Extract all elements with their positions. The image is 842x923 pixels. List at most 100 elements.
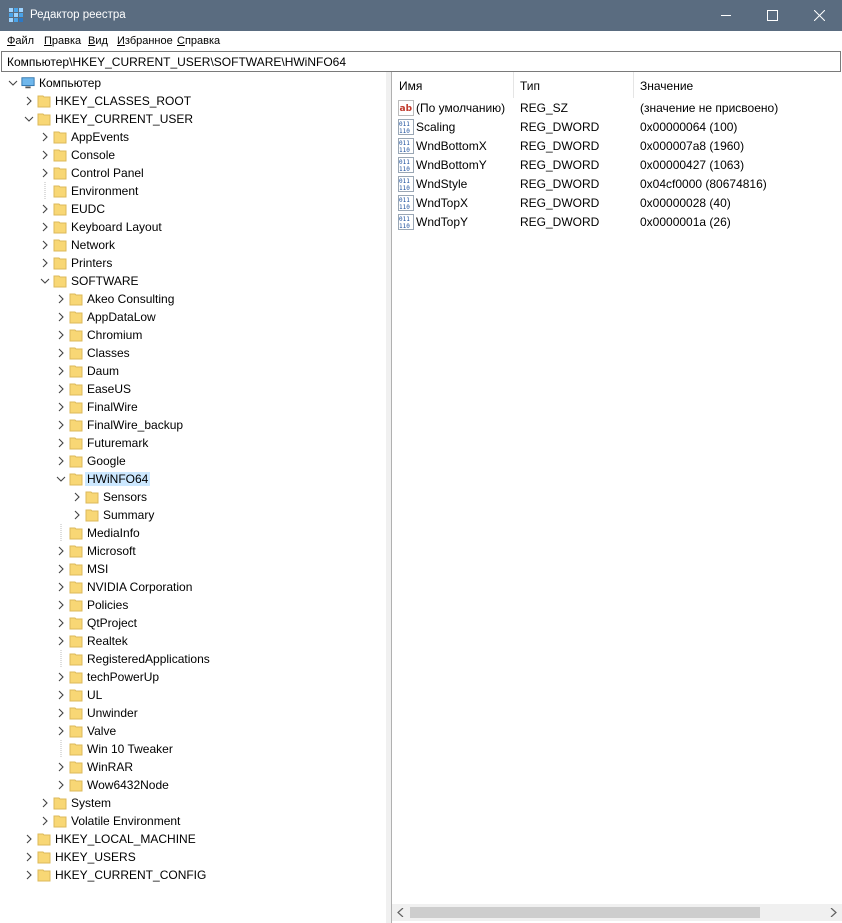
chevron-right-icon[interactable]: [40, 258, 50, 268]
tree-node[interactable]: Console: [0, 146, 386, 164]
chevron-right-icon[interactable]: [56, 708, 66, 718]
tree-node-label[interactable]: Control Panel: [69, 166, 146, 180]
address-path[interactable]: Компьютер\HKEY_CURRENT_USER\SOFTWARE\HWi…: [7, 55, 346, 69]
chevron-right-icon[interactable]: [24, 96, 34, 106]
chevron-right-icon[interactable]: [56, 726, 66, 736]
tree-node-label[interactable]: AppDataLow: [85, 310, 158, 324]
tree-node-label[interactable]: WinRAR: [85, 760, 135, 774]
chevron-right-icon[interactable]: [56, 438, 66, 448]
tree-node[interactable]: HKEY_LOCAL_MACHINE: [0, 830, 386, 848]
minimize-button[interactable]: [703, 0, 749, 31]
tree-node-label[interactable]: Microsoft: [85, 544, 138, 558]
menu-favorites[interactable]: Избранное: [117, 35, 173, 47]
tree-node-label[interactable]: NVIDIA Corporation: [85, 580, 194, 594]
chevron-right-icon[interactable]: [56, 312, 66, 322]
tree-node[interactable]: Classes: [0, 344, 386, 362]
tree-node-label[interactable]: Daum: [85, 364, 121, 378]
tree-node-label[interactable]: HKEY_LOCAL_MACHINE: [53, 832, 198, 846]
tree-node-label[interactable]: Keyboard Layout: [69, 220, 164, 234]
scroll-left-icon[interactable]: [397, 908, 405, 917]
chevron-right-icon[interactable]: [56, 456, 66, 466]
tree-node[interactable]: FinalWire: [0, 398, 386, 416]
chevron-right-icon[interactable]: [56, 636, 66, 646]
tree-node[interactable]: Control Panel: [0, 164, 386, 182]
tree-node-label[interactable]: HKEY_USERS: [53, 850, 138, 864]
tree-node[interactable]: techPowerUp: [0, 668, 386, 686]
tree-node[interactable]: Realtek: [0, 632, 386, 650]
chevron-right-icon[interactable]: [40, 816, 50, 826]
value-row[interactable]: 011 110 WndTopY REG_DWORD 0x0000001a (26): [392, 212, 842, 231]
tree-node-label[interactable]: Volatile Environment: [69, 814, 182, 828]
tree-node-label[interactable]: Policies: [85, 598, 130, 612]
tree-node-label[interactable]: Valve: [85, 724, 118, 738]
column-header-type[interactable]: Тип: [513, 72, 633, 98]
menu-help[interactable]: Справка: [177, 35, 220, 47]
tree-node[interactable]: Chromium: [0, 326, 386, 344]
value-row[interactable]: ab (По умолчанию) REG_SZ (значение не присв…: [392, 98, 842, 117]
chevron-right-icon[interactable]: [40, 222, 50, 232]
tree-node[interactable]: Volatile Environment: [0, 812, 386, 830]
tree-node-label[interactable]: Printers: [69, 256, 114, 270]
chevron-down-icon[interactable]: [24, 114, 34, 124]
tree-node[interactable]: UL: [0, 686, 386, 704]
maximize-button[interactable]: [749, 0, 795, 31]
tree-node[interactable]: Unwinder: [0, 704, 386, 722]
column-header-value[interactable]: Значение: [633, 72, 842, 98]
tree-node[interactable]: Google: [0, 452, 386, 470]
tree-node-label[interactable]: HKEY_CURRENT_USER: [53, 112, 195, 126]
chevron-right-icon[interactable]: [72, 492, 82, 502]
chevron-right-icon[interactable]: [56, 600, 66, 610]
tree-node[interactable]: Summary: [0, 506, 386, 524]
scrollbar-thumb[interactable]: [410, 907, 760, 918]
tree-node-label[interactable]: QtProject: [85, 616, 139, 630]
tree-node-label[interactable]: Futuremark: [85, 436, 150, 450]
tree-node[interactable]: Printers: [0, 254, 386, 272]
tree-node[interactable]: QtProject: [0, 614, 386, 632]
tree-node[interactable]: Win 10 Tweaker: [0, 740, 386, 758]
chevron-right-icon[interactable]: [24, 834, 34, 844]
tree-node-label[interactable]: SOFTWARE: [69, 274, 141, 288]
tree-node-label[interactable]: Console: [69, 148, 117, 162]
column-header-name[interactable]: Имя: [392, 72, 513, 98]
tree-node-label[interactable]: System: [69, 796, 113, 810]
tree-node[interactable]: HKEY_CURRENT_CONFIG: [0, 866, 386, 884]
chevron-down-icon[interactable]: [56, 474, 66, 484]
tree-node[interactable]: Policies: [0, 596, 386, 614]
tree-node[interactable]: RegisteredApplications: [0, 650, 386, 668]
tree-node[interactable]: Wow6432Node: [0, 776, 386, 794]
chevron-right-icon[interactable]: [56, 690, 66, 700]
chevron-right-icon[interactable]: [56, 672, 66, 682]
chevron-right-icon[interactable]: [24, 852, 34, 862]
values-pane[interactable]: Имя Тип Значение ab (По умолчанию) REG_SZ (…: [391, 72, 842, 923]
chevron-right-icon[interactable]: [56, 384, 66, 394]
tree-node[interactable]: FinalWire_backup: [0, 416, 386, 434]
tree-node-label[interactable]: FinalWire: [85, 400, 140, 414]
tree-node-label[interactable]: Environment: [69, 184, 140, 198]
chevron-right-icon[interactable]: [56, 762, 66, 772]
tree-node[interactable]: Environment: [0, 182, 386, 200]
tree-node[interactable]: Daum: [0, 362, 386, 380]
chevron-right-icon[interactable]: [40, 240, 50, 250]
tree-node[interactable]: Sensors: [0, 488, 386, 506]
chevron-right-icon[interactable]: [56, 402, 66, 412]
tree-node-label[interactable]: RegisteredApplications: [85, 652, 212, 666]
tree-node[interactable]: Valve: [0, 722, 386, 740]
tree-node[interactable]: HKEY_CLASSES_ROOT: [0, 92, 386, 110]
chevron-right-icon[interactable]: [56, 618, 66, 628]
menu-edit[interactable]: Правка: [44, 35, 81, 47]
tree-node-label[interactable]: Wow6432Node: [85, 778, 171, 792]
tree-node[interactable]: NVIDIA Corporation: [0, 578, 386, 596]
horizontal-scrollbar[interactable]: [392, 904, 842, 921]
tree-node[interactable]: MediaInfo: [0, 524, 386, 542]
tree-node-label[interactable]: EUDC: [69, 202, 107, 216]
tree-node[interactable]: EUDC: [0, 200, 386, 218]
value-row[interactable]: 011 110 WndBottomY REG_DWORD 0x00000427 (106…: [392, 155, 842, 174]
chevron-right-icon[interactable]: [40, 132, 50, 142]
chevron-right-icon[interactable]: [56, 564, 66, 574]
tree-node-label[interactable]: Google: [85, 454, 128, 468]
tree-node-label[interactable]: HKEY_CURRENT_CONFIG: [53, 868, 208, 882]
tree-node[interactable]: HKEY_USERS: [0, 848, 386, 866]
tree-node-label[interactable]: Unwinder: [85, 706, 140, 720]
tree-node[interactable]: WinRAR: [0, 758, 386, 776]
tree-node[interactable]: SOFTWARE: [0, 272, 386, 290]
